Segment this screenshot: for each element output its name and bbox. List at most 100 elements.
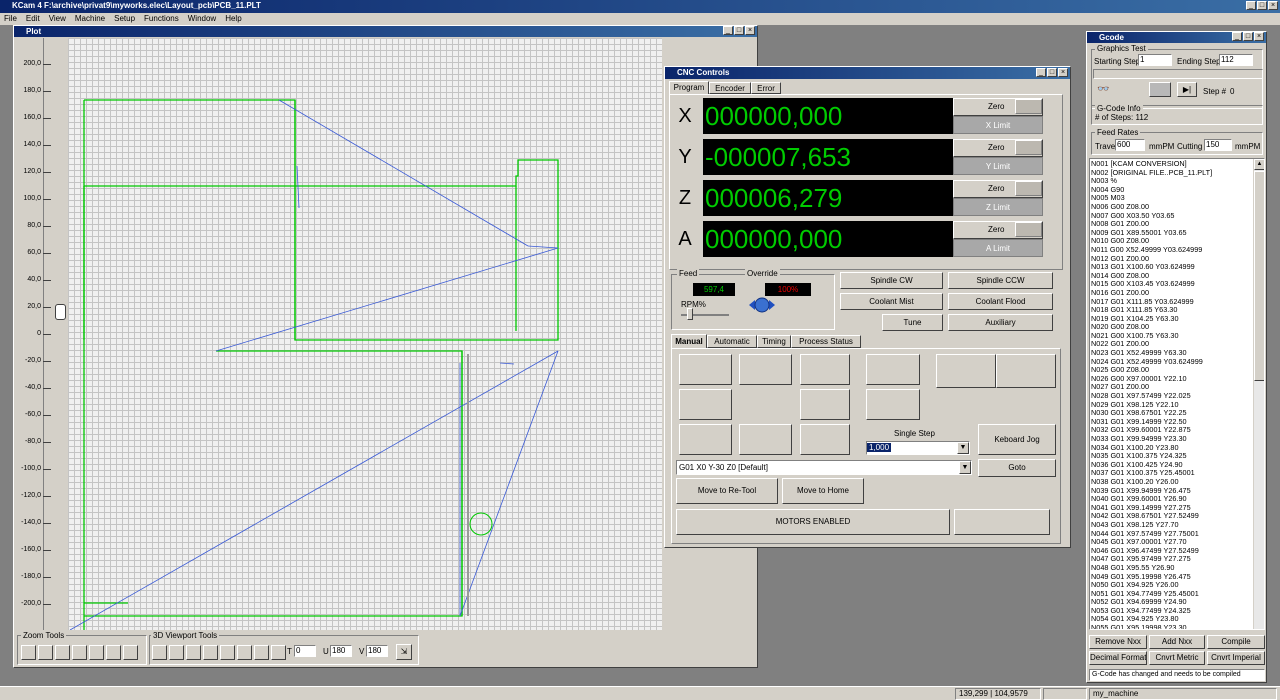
zoom-tools-label: Zoom Tools <box>21 631 67 640</box>
menu-file[interactable]: File <box>4 13 17 25</box>
menu-help[interactable]: Help <box>225 13 241 25</box>
pause-graphics-button[interactable] <box>1149 82 1171 97</box>
jog-button-12[interactable] <box>800 424 850 455</box>
menu-edit[interactable]: Edit <box>26 13 40 25</box>
jog-button-5[interactable] <box>936 354 996 388</box>
viewport-reset-button[interactable]: ⇲ <box>396 644 412 660</box>
tab-timing[interactable]: Timing <box>757 335 791 348</box>
graphics-test-label: Graphics Test <box>1095 44 1148 53</box>
tune-button[interactable]: Tune <box>882 314 943 331</box>
single-step-select[interactable]: 1,000 ▼ <box>866 441 970 455</box>
tab-error[interactable]: Error <box>751 82 781 94</box>
cutting-input[interactable]: 150 <box>1204 139 1232 151</box>
keyboard-jog-button[interactable]: Keboard Jog <box>978 424 1056 455</box>
menu-view[interactable]: View <box>49 13 66 25</box>
cnc-close-button[interactable]: × <box>1058 68 1068 77</box>
coolant-flood-button[interactable]: Coolant Flood <box>948 293 1053 310</box>
view-iso-icon[interactable] <box>254 645 269 660</box>
tab-program[interactable]: Program <box>669 81 709 94</box>
binoculars-icon[interactable]: 👓 <box>1097 84 1111 96</box>
chevron-down-icon[interactable]: ▼ <box>957 442 969 454</box>
view-back-icon[interactable] <box>203 645 218 660</box>
plot-close-button[interactable]: × <box>745 26 755 35</box>
view-rotate-icon[interactable] <box>271 645 286 660</box>
goto-button[interactable]: Goto <box>978 459 1056 477</box>
ending-step-input[interactable]: 112 <box>1219 54 1253 66</box>
plot-maximize-button[interactable]: □ <box>734 26 744 35</box>
motors-aux-button[interactable] <box>954 509 1050 535</box>
cnc-maximize-button[interactable]: □ <box>1047 68 1057 77</box>
zoom-fit-icon[interactable] <box>72 645 87 660</box>
axis-label: A <box>678 228 692 250</box>
tab-encoder[interactable]: Encoder <box>709 82 751 94</box>
spindle-ccw-button[interactable]: Spindle CCW <box>948 272 1053 289</box>
decimal-format-button[interactable]: Decimal Format <box>1089 651 1147 665</box>
compile-button[interactable]: Compile <box>1207 635 1265 649</box>
motors-enabled-button[interactable]: MOTORS ENABLED <box>676 509 950 535</box>
jog-button-7[interactable] <box>679 389 732 420</box>
view-bottom-icon[interactable] <box>220 645 235 660</box>
view-front-icon[interactable] <box>169 645 184 660</box>
spindle-cw-button[interactable]: Spindle CW <box>840 272 943 289</box>
remove-nxx-button[interactable]: Remove Nxx <box>1089 635 1147 649</box>
travel-input[interactable]: 600 <box>1115 139 1145 151</box>
u-input[interactable]: 180 <box>330 645 352 657</box>
ruler-marker-icon[interactable] <box>55 304 66 320</box>
zoom-window-icon[interactable] <box>55 645 70 660</box>
menu-machine[interactable]: Machine <box>75 13 105 25</box>
jog-button-11[interactable] <box>739 424 792 455</box>
menu-functions[interactable]: Functions <box>144 13 179 25</box>
jog-button-2[interactable] <box>739 354 792 385</box>
auxiliary-button[interactable]: Auxiliary <box>948 314 1053 331</box>
zoom-center-icon[interactable] <box>106 645 121 660</box>
override-dial-icon[interactable] <box>749 297 775 313</box>
gcode-listing[interactable]: N001 [KCAM CONVERSION] N002 [ORIGINAL FIL… <box>1089 158 1265 630</box>
zoom-in-icon[interactable] <box>21 645 36 660</box>
jog-button-6[interactable] <box>996 354 1056 388</box>
view-left-icon[interactable] <box>237 645 252 660</box>
zoom-pan-icon[interactable] <box>123 645 138 660</box>
gcode-maximize-button[interactable]: □ <box>1243 32 1253 41</box>
gcode-scrollbar[interactable]: ▲ <box>1253 159 1264 629</box>
rpm-slider-thumb[interactable] <box>687 308 693 320</box>
jog-button-4[interactable] <box>866 354 920 385</box>
tab-process-status[interactable]: Process Status <box>791 335 861 348</box>
tab-manual[interactable]: Manual <box>671 334 707 348</box>
plot-minimize-button[interactable]: _ <box>723 26 733 35</box>
coolant-mist-button[interactable]: Coolant Mist <box>840 293 943 310</box>
command-input[interactable]: G01 X0 Y-30 Z0 [Default] ▼ <box>676 460 972 475</box>
starting-step-input[interactable]: 1 <box>1138 54 1172 66</box>
cnvrt-imperial-button[interactable]: Cnvrt Imperial <box>1207 651 1265 665</box>
zoom-all-icon[interactable] <box>89 645 104 660</box>
jog-button-8[interactable] <box>800 389 850 420</box>
command-dropdown-icon[interactable]: ▼ <box>959 461 971 474</box>
menu-window[interactable]: Window <box>188 13 216 25</box>
gcode-line[interactable]: N055 G01 X95.19998 Y23.30 <box>1091 623 1264 629</box>
jog-button-9[interactable] <box>866 389 920 420</box>
view-side-icon[interactable] <box>186 645 201 660</box>
cnc-minimize-button[interactable]: _ <box>1036 68 1046 77</box>
view-top-icon[interactable] <box>152 645 167 660</box>
jog-button-10[interactable] <box>679 424 732 455</box>
cnvrt-metric-button[interactable]: Cnvrt Metric <box>1149 651 1205 665</box>
jog-button-1[interactable] <box>679 354 732 385</box>
scroll-up-icon[interactable]: ▲ <box>1254 159 1264 170</box>
gcode-minimize-button[interactable]: _ <box>1232 32 1242 41</box>
close-button[interactable]: × <box>1268 1 1278 10</box>
step-forward-button[interactable]: ▶| <box>1177 82 1197 97</box>
minimize-button[interactable]: _ <box>1246 1 1256 10</box>
move-retool-button[interactable]: Move to Re-Tool <box>676 478 778 504</box>
add-nxx-button[interactable]: Add Nxx <box>1149 635 1205 649</box>
menu-setup[interactable]: Setup <box>114 13 135 25</box>
plot-canvas[interactable] <box>68 38 662 630</box>
scroll-thumb[interactable] <box>1254 171 1264 381</box>
maximize-button[interactable]: □ <box>1257 1 1267 10</box>
tab-automatic[interactable]: Automatic <box>707 335 757 348</box>
gcode-close-button[interactable]: × <box>1254 32 1264 41</box>
u-label: U <box>323 647 329 656</box>
v-input[interactable]: 180 <box>366 645 388 657</box>
t-input[interactable]: 0 <box>294 645 316 657</box>
jog-button-3[interactable] <box>800 354 850 385</box>
zoom-out-icon[interactable] <box>38 645 53 660</box>
move-home-button[interactable]: Move to Home <box>782 478 864 504</box>
